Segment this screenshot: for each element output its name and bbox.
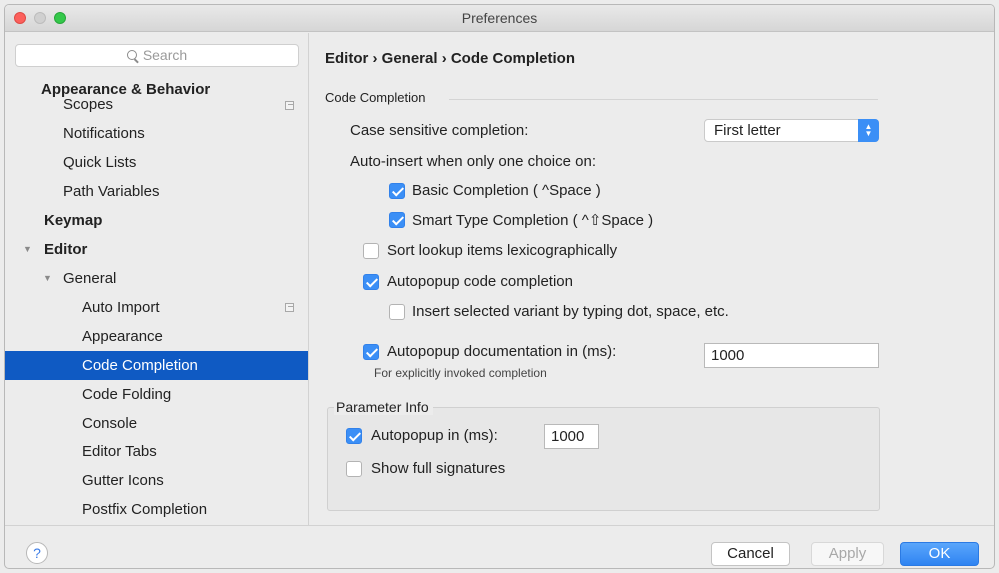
- docs-hint: For explicitly invoked completion: [374, 366, 547, 380]
- help-button[interactable]: ?: [26, 542, 48, 564]
- autopopup-completion-label[interactable]: Autopopup code completion: [387, 273, 573, 290]
- autopopup-docs-checkbox[interactable]: [363, 344, 379, 360]
- sidebar-item-general-label: General: [63, 270, 117, 287]
- basic-completion-checkbox[interactable]: [389, 183, 405, 199]
- parameter-autopopup-delay-input[interactable]: 1000: [544, 424, 599, 449]
- search-input[interactable]: Search: [15, 44, 299, 67]
- sidebar-item-editor[interactable]: ▼ Editor: [5, 235, 308, 264]
- sidebar-item-gutter-icons[interactable]: Gutter Icons: [5, 466, 308, 495]
- sidebar-item-scopes[interactable]: Scopes: [63, 97, 113, 112]
- autopopup-docs-label[interactable]: Autopopup documentation in (ms):: [387, 343, 616, 360]
- sidebar-item-postfix-completion[interactable]: Postfix Completion: [5, 495, 308, 524]
- insert-variant-label[interactable]: Insert selected variant by typing dot, s…: [412, 303, 729, 320]
- smart-type-completion-checkbox[interactable]: [389, 212, 405, 228]
- settings-sidebar: Search Appearance & Behavior Scopes Noti…: [5, 33, 309, 525]
- sidebar-item-appearance[interactable]: Appearance: [5, 322, 308, 351]
- sidebar-item-editor-label: Editor: [44, 241, 88, 258]
- autopopup-docs-delay-input[interactable]: 1000: [704, 343, 879, 368]
- sidebar-item-code-folding[interactable]: Code Folding: [5, 380, 308, 409]
- apply-button[interactable]: Apply: [811, 542, 884, 566]
- autopopup-completion-checkbox[interactable]: [363, 274, 379, 290]
- breadcrumb: Editor › General › Code Completion: [325, 50, 576, 67]
- case-sensitive-value: First letter: [714, 122, 781, 139]
- chevron-updown-icon[interactable]: ▲ ▼: [858, 119, 879, 142]
- sidebar-item-auto-import[interactable]: Auto Import: [5, 293, 308, 322]
- window-title: Preferences: [461, 10, 538, 26]
- sidebar-item-notifications[interactable]: Notifications: [5, 119, 308, 148]
- sidebar-item-console[interactable]: Console: [5, 409, 308, 438]
- sort-lookup-checkbox[interactable]: [363, 243, 379, 259]
- cancel-button[interactable]: Cancel: [711, 542, 790, 566]
- title-bar: Preferences: [5, 5, 994, 32]
- full-signatures-label[interactable]: Show full signatures: [371, 460, 505, 477]
- insert-variant-checkbox[interactable]: [389, 304, 405, 320]
- ok-button[interactable]: OK: [900, 542, 979, 566]
- search-placeholder: Search: [142, 47, 188, 63]
- sort-lookup-label[interactable]: Sort lookup items lexicographically: [387, 242, 617, 259]
- search-icon: [126, 50, 137, 60]
- sidebar-item-keymap[interactable]: Keymap: [5, 206, 308, 235]
- preferences-window: Preferences Search Appearance & Behavior…: [4, 4, 995, 569]
- section-divider: [449, 99, 878, 100]
- sidebar-item-quick-lists[interactable]: Quick Lists: [5, 148, 308, 177]
- sidebar-item-code-completion[interactable]: Code Completion: [5, 351, 308, 380]
- project-settings-icon: [285, 101, 294, 110]
- settings-content: Editor › General › Code Completion Code …: [310, 33, 994, 525]
- parameter-autopopup-checkbox[interactable]: [346, 428, 362, 444]
- auto-insert-label: Auto-insert when only one choice on:: [350, 153, 596, 170]
- basic-completion-label[interactable]: Basic Completion ( ^Space ): [412, 182, 601, 199]
- smart-type-completion-label[interactable]: Smart Type Completion ( ^⇧Space ): [412, 211, 653, 229]
- full-signatures-checkbox[interactable]: [346, 461, 362, 477]
- sidebar-item-editor-tabs[interactable]: Editor Tabs: [5, 437, 308, 466]
- section-title: Code Completion: [325, 90, 426, 105]
- case-sensitive-select[interactable]: First letter ▲ ▼: [704, 119, 879, 142]
- parameter-autopopup-label[interactable]: Autopopup in (ms):: [371, 427, 498, 444]
- expand-triangle-icon[interactable]: ▼: [43, 264, 52, 293]
- sidebar-item-path-variables[interactable]: Path Variables: [5, 177, 308, 206]
- parameter-info-group: [327, 407, 880, 511]
- footer-divider: [5, 525, 994, 526]
- expand-triangle-icon[interactable]: ▼: [23, 235, 32, 264]
- sidebar-item-auto-import-label: Auto Import: [82, 299, 160, 316]
- parameter-info-title: Parameter Info: [334, 399, 433, 415]
- sidebar-item-general[interactable]: ▼ General: [5, 264, 308, 293]
- project-settings-icon: [285, 303, 294, 312]
- case-sensitive-label: Case sensitive completion:: [350, 122, 529, 139]
